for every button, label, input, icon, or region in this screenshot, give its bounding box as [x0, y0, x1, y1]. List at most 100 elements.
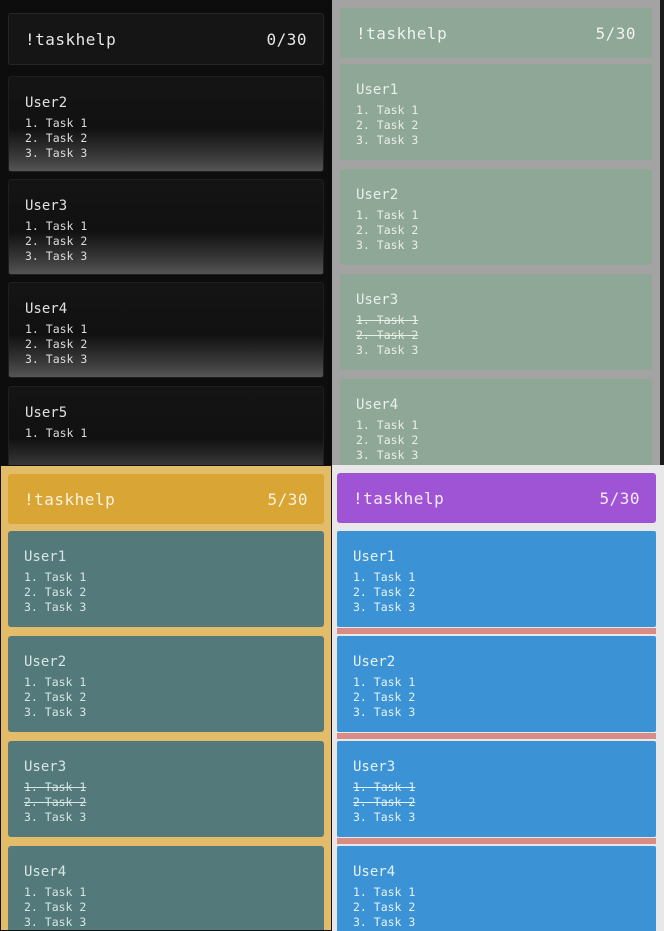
user-name: User1: [356, 82, 399, 98]
user-name: User1: [353, 549, 396, 565]
user-card: User1 1. Task 1 2. Task 2 3. Task 3: [8, 531, 324, 627]
user-card: User3 1. Task 1 2. Task 2 3. Task 3: [340, 274, 652, 370]
taskhelp-header: !taskhelp 5/30: [337, 473, 656, 523]
task-item: 3. Task 3: [25, 146, 88, 160]
task-item-completed: 2. Task 2: [356, 328, 419, 342]
user-card: User1 1. Task 1 2. Task 2 3. Task 3: [337, 531, 656, 627]
user-name: User3: [24, 759, 67, 775]
header-title: !taskhelp: [356, 23, 448, 43]
task-item: 1. Task 1: [25, 426, 88, 440]
user-name: User1: [24, 549, 67, 565]
task-item: 3. Task 3: [353, 600, 416, 614]
user-card: User3 1. Task 1 2. Task 2 3. Task 3: [8, 179, 324, 275]
task-item: 2. Task 2: [24, 690, 87, 704]
task-item: 2. Task 2: [24, 585, 87, 599]
task-list: 1. Task 1: [25, 426, 307, 441]
user-card: User4 1. Task 1 2. Task 2 3. Task 3: [8, 846, 324, 930]
task-item: 2. Task 2: [353, 900, 416, 914]
task-item: 1. Task 1: [353, 675, 416, 689]
user-card: User4 1. Task 1 2. Task 2 3. Task 3: [8, 282, 324, 378]
task-item: 2. Task 2: [25, 131, 88, 145]
panel-purple-blue-theme: !taskhelp 5/30 User1 1. Task 1 2. Task 2…: [332, 465, 664, 931]
user-name: User4: [24, 864, 67, 880]
task-item: 3. Task 3: [24, 600, 87, 614]
task-item-completed: 2. Task 2: [24, 795, 87, 809]
user-name: User3: [25, 198, 68, 214]
task-item: 1. Task 1: [353, 885, 416, 899]
task-item: 3. Task 3: [353, 705, 416, 719]
task-counter: 0/30: [266, 29, 307, 49]
user-card: User4 1. Task 1 2. Task 2 3. Task 3: [337, 846, 656, 931]
taskhelp-header: !taskhelp 5/30: [8, 474, 324, 524]
user-card: User5 1. Task 1: [8, 386, 324, 465]
header-title: !taskhelp: [25, 29, 117, 49]
task-list: 1. Task 1 2. Task 2 3. Task 3: [24, 675, 308, 720]
task-item: 3. Task 3: [356, 133, 419, 147]
task-item: 3. Task 3: [24, 915, 87, 929]
task-list: 1. Task 1 2. Task 2 3. Task 3: [353, 885, 640, 930]
user-card: User2 1. Task 1 2. Task 2 3. Task 3: [8, 636, 324, 732]
user-card: User2 1. Task 1 2. Task 2 3. Task 3: [337, 636, 656, 732]
task-item: 3. Task 3: [353, 915, 416, 929]
task-list: 1. Task 1 2. Task 2 3. Task 3: [356, 313, 636, 358]
task-item: 1. Task 1: [25, 322, 88, 336]
task-list: 1. Task 1 2. Task 2 3. Task 3: [356, 418, 636, 463]
task-list: 1. Task 1 2. Task 2 3. Task 3: [353, 675, 640, 720]
task-item: 3. Task 3: [24, 705, 87, 719]
task-list: 1. Task 1 2. Task 2 3. Task 3: [356, 208, 636, 253]
task-item-completed: 1. Task 1: [356, 313, 419, 327]
card-divider: [337, 628, 656, 634]
task-item: 1. Task 1: [25, 219, 88, 233]
task-counter: 5/30: [599, 488, 640, 508]
task-item: 1. Task 1: [25, 116, 88, 130]
task-item: 1. Task 1: [24, 570, 87, 584]
task-item: 2. Task 2: [25, 337, 88, 351]
task-list: 1. Task 1 2. Task 2 3. Task 3: [25, 322, 307, 367]
task-item: 1. Task 1: [24, 675, 87, 689]
task-item: 1. Task 1: [353, 570, 416, 584]
task-counter: 5/30: [595, 23, 636, 43]
user-name: User2: [356, 187, 399, 203]
task-item: 2. Task 2: [24, 900, 87, 914]
header-title: !taskhelp: [24, 489, 116, 509]
user-name: User4: [25, 301, 68, 317]
task-item: 3. Task 3: [356, 448, 419, 462]
task-item: 3. Task 3: [356, 343, 419, 357]
task-item: 2. Task 2: [353, 585, 416, 599]
task-item-completed: 2. Task 2: [353, 795, 416, 809]
panel-gold-teal-theme: !taskhelp 5/30 User1 1. Task 1 2. Task 2…: [0, 465, 332, 931]
task-list: 1. Task 1 2. Task 2 3. Task 3: [353, 570, 640, 615]
user-name: User3: [356, 292, 399, 308]
task-item: 2. Task 2: [356, 118, 419, 132]
taskhelp-header: !taskhelp 0/30: [8, 13, 324, 65]
task-item: 3. Task 3: [25, 249, 88, 263]
panel-dark-theme: !taskhelp 0/30 User2 1. Task 1 2. Task 2…: [0, 0, 332, 465]
user-card: User3 1. Task 1 2. Task 2 3. Task 3: [8, 741, 324, 837]
task-item-completed: 1. Task 1: [353, 780, 416, 794]
card-divider: [337, 733, 656, 739]
task-item: 2. Task 2: [353, 690, 416, 704]
task-list: 1. Task 1 2. Task 2 3. Task 3: [25, 116, 307, 161]
task-list: 1. Task 1 2. Task 2 3. Task 3: [353, 780, 640, 825]
task-item: 2. Task 2: [356, 433, 419, 447]
task-list: 1. Task 1 2. Task 2 3. Task 3: [25, 219, 307, 264]
header-title: !taskhelp: [353, 488, 445, 508]
user-name: User2: [24, 654, 67, 670]
card-divider: [337, 838, 656, 844]
user-card: User1 1. Task 1 2. Task 2 3. Task 3: [340, 64, 652, 160]
task-item: 2. Task 2: [356, 223, 419, 237]
task-list: 1. Task 1 2. Task 2 3. Task 3: [356, 103, 636, 148]
task-list: 1. Task 1 2. Task 2 3. Task 3: [24, 570, 308, 615]
user-name: User2: [353, 654, 396, 670]
user-name: User4: [356, 397, 399, 413]
panel-grey-green-theme: !taskhelp 5/30 User1 1. Task 1 2. Task 2…: [332, 0, 664, 465]
user-name: User3: [353, 759, 396, 775]
user-card: User2 1. Task 1 2. Task 2 3. Task 3: [8, 76, 324, 172]
task-list: 1. Task 1 2. Task 2 3. Task 3: [24, 780, 308, 825]
task-item: 2. Task 2: [25, 234, 88, 248]
task-list: 1. Task 1 2. Task 2 3. Task 3: [24, 885, 308, 930]
task-item: 1. Task 1: [356, 418, 419, 432]
task-item: 3. Task 3: [24, 810, 87, 824]
task-counter: 5/30: [267, 489, 308, 509]
task-item: 3. Task 3: [353, 810, 416, 824]
